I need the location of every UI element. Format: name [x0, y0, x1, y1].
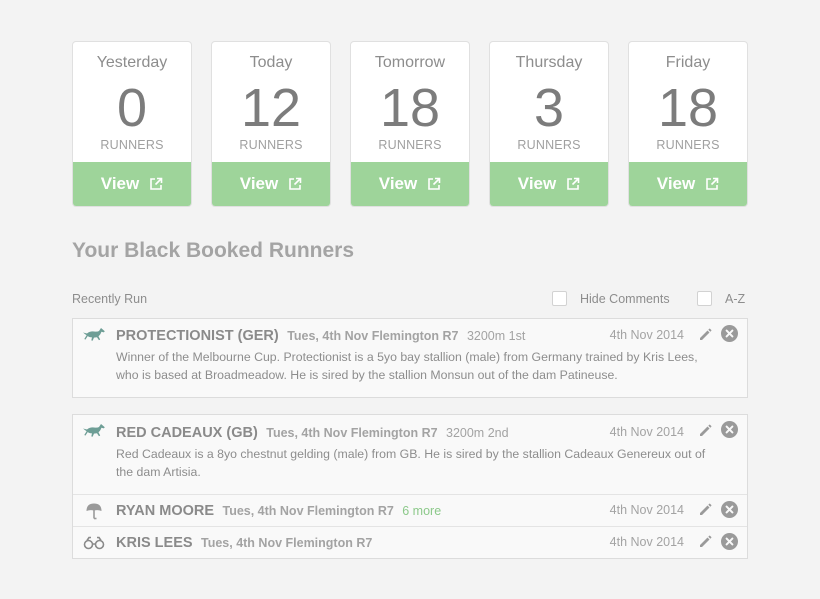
race-meta: Tues, 4th Nov Flemington R7 — [287, 329, 459, 343]
view-button-yesterday[interactable]: View — [73, 162, 191, 206]
card-runner-count: 3 — [533, 78, 565, 138]
edit-pencil-icon[interactable] — [699, 503, 712, 521]
view-button-label: View — [517, 174, 557, 193]
race-meta: Tues, 4th Nov Flemington R7 — [201, 536, 373, 550]
runner-row: RED CADEAUX (GB) Tues, 4th Nov Flemingto… — [73, 415, 747, 494]
run-date: 4th Nov 2014 — [609, 328, 684, 342]
card-day-label: Today — [249, 54, 293, 71]
external-link-icon — [150, 177, 163, 190]
hide-comments-label: Hide Comments — [580, 291, 670, 306]
jockey-name-link[interactable]: RYAN MOORE — [116, 503, 214, 519]
card-runner-count: 18 — [657, 78, 719, 138]
card-runner-count: 12 — [240, 78, 302, 138]
card-unit-label: RUNNERS — [100, 138, 164, 152]
card-day-label: Thursday — [515, 54, 583, 71]
run-date: 4th Nov 2014 — [609, 425, 684, 439]
recently-run-label: Recently Run — [72, 292, 148, 306]
external-link-icon — [428, 177, 441, 190]
day-cards: Yesterday 0 RUNNERS View Today 12 RUNNER… — [72, 41, 748, 207]
view-button-label: View — [239, 174, 279, 193]
az-sort-checkbox[interactable] — [697, 291, 712, 306]
day-card-yesterday: Yesterday 0 RUNNERS View — [72, 41, 192, 207]
race-result: 3200m 2nd — [446, 426, 509, 440]
hide-comments-checkbox[interactable] — [552, 291, 567, 306]
card-runner-count: 18 — [379, 78, 441, 138]
runner-group: RED CADEAUX (GB) Tues, 4th Nov Flemingto… — [72, 414, 748, 559]
day-card-today: Today 12 RUNNERS View — [211, 41, 331, 207]
runner-comment: Winner of the Melbourne Cup. Protectioni… — [116, 350, 698, 382]
view-button-tomorrow[interactable]: View — [351, 162, 469, 206]
view-button-today[interactable]: View — [212, 162, 330, 206]
more-rides-link[interactable]: 6 more — [402, 504, 441, 518]
card-unit-label: RUNNERS — [239, 138, 303, 152]
card-day-label: Friday — [665, 54, 711, 71]
edit-pencil-icon[interactable] — [699, 328, 712, 346]
edit-pencil-icon[interactable] — [699, 424, 712, 442]
card-runner-count: 0 — [116, 78, 148, 138]
card-day-label: Yesterday — [96, 54, 168, 71]
external-link-icon — [289, 177, 302, 190]
trainer-name-link[interactable]: KRIS LEES — [116, 535, 193, 551]
runner-group: PROTECTIONIST (GER) Tues, 4th Nov Flemin… — [72, 318, 748, 398]
runner-row: RYAN MOORE Tues, 4th Nov Flemington R7 6… — [73, 494, 747, 526]
az-sort-filter[interactable]: A-Z — [697, 291, 745, 306]
card-day-label: Tomorrow — [374, 54, 446, 71]
view-button-thursday[interactable]: View — [490, 162, 608, 206]
card-unit-label: RUNNERS — [378, 138, 442, 152]
day-card-tomorrow: Tomorrow 18 RUNNERS View — [350, 41, 470, 207]
view-button-label: View — [656, 174, 696, 193]
runner-row: PROTECTIONIST (GER) Tues, 4th Nov Flemin… — [73, 319, 747, 397]
view-button-friday[interactable]: View — [629, 162, 747, 206]
horse-icon — [81, 326, 107, 344]
runner-name-link[interactable]: PROTECTIONIST (GER) — [116, 328, 279, 344]
remove-circle-x-icon[interactable] — [721, 501, 738, 523]
run-date: 4th Nov 2014 — [609, 503, 684, 517]
runner-header: PROTECTIONIST (GER) Tues, 4th Nov Flemin… — [116, 327, 627, 345]
runner-row: KRIS LEES Tues, 4th Nov Flemington R7 4t… — [73, 526, 747, 557]
race-meta: Tues, 4th Nov Flemington R7 — [266, 426, 438, 440]
runner-comment: Red Cadeaux is a 8yo chestnut gelding (m… — [116, 447, 706, 479]
card-unit-label: RUNNERS — [656, 138, 720, 152]
binoculars-icon — [81, 534, 107, 552]
external-link-icon — [706, 177, 719, 190]
remove-circle-x-icon[interactable] — [721, 533, 738, 555]
external-link-icon — [567, 177, 580, 190]
runner-header: RED CADEAUX (GB) Tues, 4th Nov Flemingto… — [116, 424, 627, 442]
view-button-label: View — [100, 174, 140, 193]
hide-comments-filter[interactable]: Hide Comments — [552, 291, 670, 306]
day-card-friday: Friday 18 RUNNERS View — [628, 41, 748, 207]
remove-circle-x-icon[interactable] — [721, 325, 738, 347]
race-meta: Tues, 4th Nov Flemington R7 — [222, 504, 394, 518]
az-sort-label: A-Z — [725, 291, 746, 306]
remove-circle-x-icon[interactable] — [721, 421, 738, 443]
card-unit-label: RUNNERS — [517, 138, 581, 152]
runner-header: KRIS LEES Tues, 4th Nov Flemington R7 — [116, 534, 627, 552]
day-card-thursday: Thursday 3 RUNNERS View — [489, 41, 609, 207]
jockey-helmet-icon — [81, 502, 107, 520]
horse-icon — [81, 422, 107, 440]
edit-pencil-icon[interactable] — [699, 535, 712, 553]
race-result: 3200m 1st — [466, 329, 526, 343]
view-button-label: View — [378, 174, 418, 193]
runner-name-link[interactable]: RED CADEAUX (GB) — [116, 425, 258, 441]
run-date: 4th Nov 2014 — [609, 535, 684, 549]
section-title: Your Black Booked Runners — [72, 239, 355, 262]
runner-header: RYAN MOORE Tues, 4th Nov Flemington R7 6… — [116, 502, 627, 520]
